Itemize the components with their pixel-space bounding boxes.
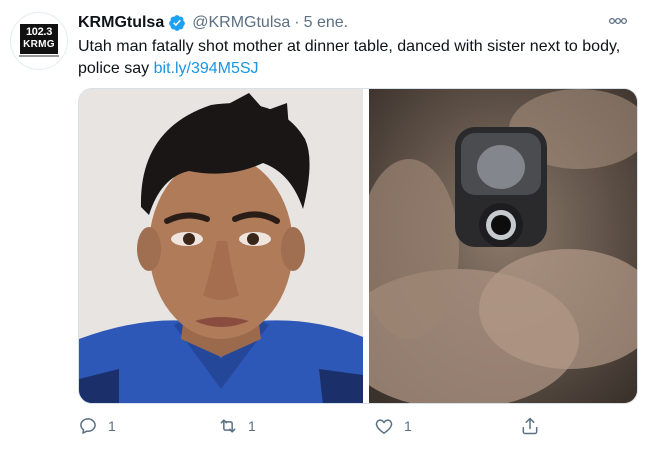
- gun-barrel-illustration: [369, 89, 637, 403]
- retweet-button[interactable]: 1: [218, 414, 256, 438]
- media-gallery[interactable]: [78, 88, 638, 404]
- heart-icon: [375, 419, 393, 434]
- logo-callsign: KRMG: [23, 39, 55, 50]
- reply-count: 1: [108, 418, 116, 434]
- action-bar: 1 1 1: [78, 414, 578, 438]
- retweet-count: 1: [248, 418, 256, 434]
- like-button[interactable]: 1: [374, 414, 412, 438]
- retweet-icon: [220, 419, 236, 433]
- tweet-header: KRMGtulsa @KRMGtulsa · 5 ene.: [78, 12, 348, 34]
- display-name[interactable]: KRMGtulsa: [78, 14, 164, 32]
- tweet-link[interactable]: bit.ly/394M5SJ: [154, 60, 259, 77]
- verified-badge-icon: [169, 15, 186, 31]
- mugshot-illustration: [79, 89, 363, 403]
- like-count: 1: [404, 418, 412, 434]
- more-options-icon[interactable]: [607, 12, 629, 30]
- reply-icon: [80, 418, 96, 434]
- tweet-text: Utah man fatally shot mother at dinner t…: [78, 36, 623, 80]
- logo-tagline-bar: [19, 55, 59, 57]
- share-icon: [522, 417, 538, 435]
- krmg-logo: 102.3 KRMG: [20, 24, 58, 54]
- logo-number: 102.3: [25, 26, 53, 38]
- share-button[interactable]: [520, 414, 540, 438]
- header-separator: ·: [294, 14, 300, 31]
- account-handle[interactable]: @KRMGtulsa: [192, 14, 290, 32]
- account-avatar[interactable]: 102.3 KRMG: [10, 12, 68, 70]
- tweet-timestamp[interactable]: 5 ene.: [304, 14, 348, 32]
- reply-button[interactable]: 1: [78, 414, 116, 438]
- tweet-card[interactable]: 102.3 KRMG KRMGtulsa @KRMGtulsa · 5 ene.…: [0, 0, 655, 458]
- mugshot-image[interactable]: [79, 89, 363, 403]
- gun-barrel-image[interactable]: [369, 89, 637, 403]
